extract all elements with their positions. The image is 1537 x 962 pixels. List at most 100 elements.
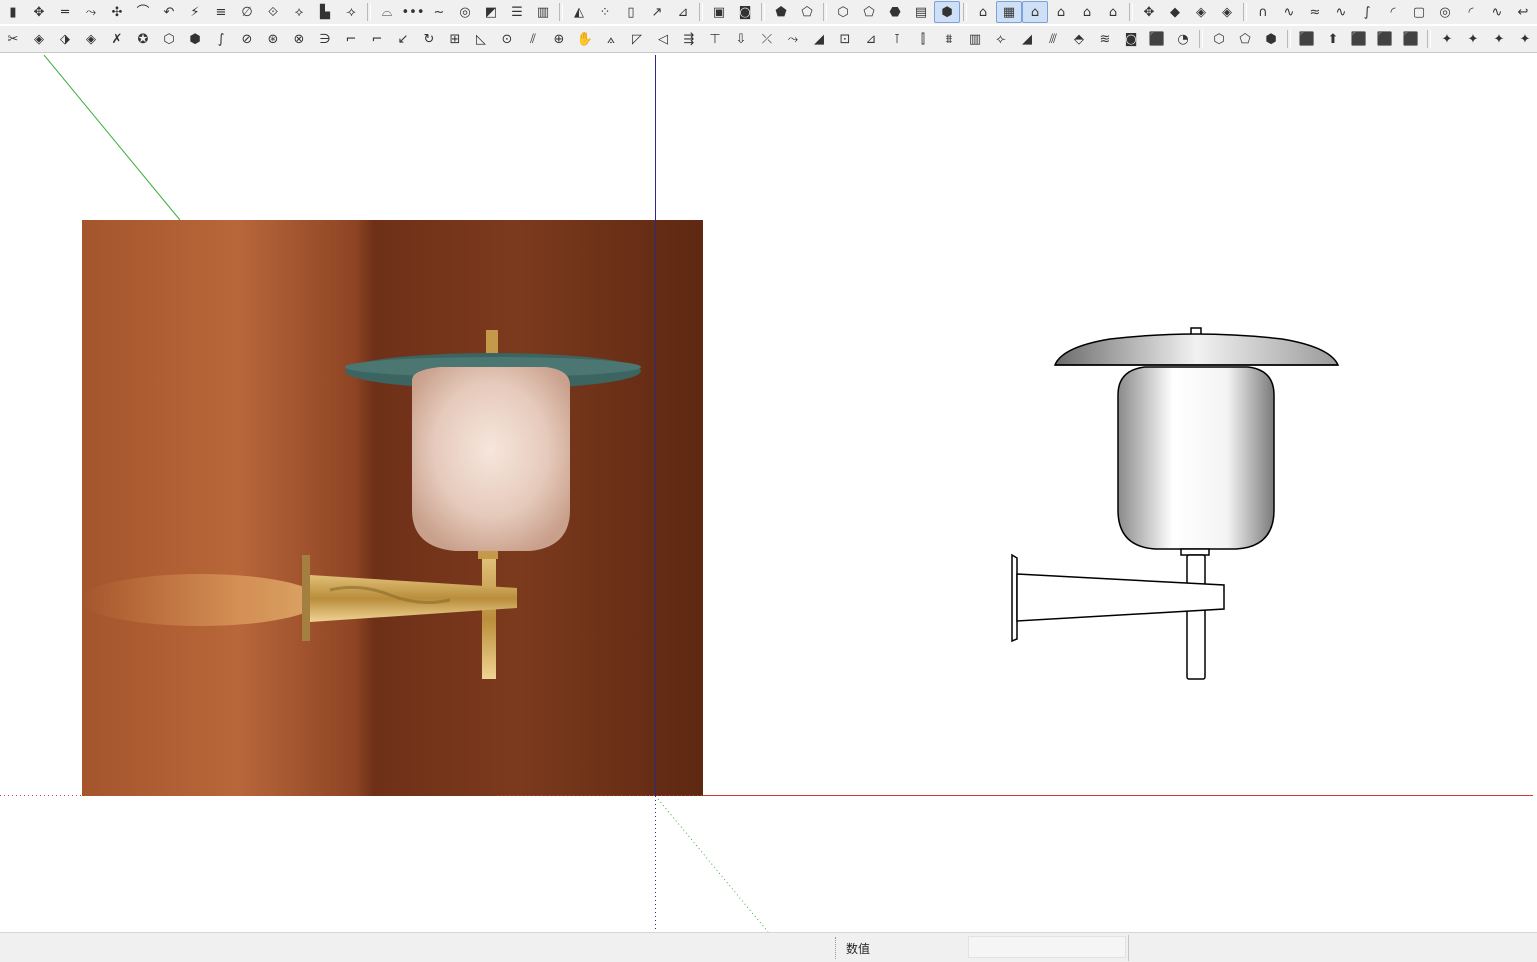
row2-tool-icon[interactable]: ⬗ xyxy=(52,28,78,50)
row1-tool-icon[interactable]: ⚡ xyxy=(182,1,208,23)
row1-tool-icon[interactable]: ≡ xyxy=(208,1,234,23)
row1-tool-icon[interactable]: ↩ xyxy=(1510,1,1536,23)
row2-tool-icon[interactable]: ⟑ xyxy=(598,28,624,50)
row2-tool-icon[interactable]: ⟣ xyxy=(988,28,1014,50)
row1-tool-icon[interactable]: ✣ xyxy=(104,1,130,23)
row2-tool-icon[interactable]: ◸ xyxy=(624,28,650,50)
row1-tool-icon[interactable]: ◈ xyxy=(1188,1,1214,23)
row1-tool-icon[interactable]: ∫ xyxy=(1354,1,1380,23)
row2-tool-icon[interactable]: ⬛ xyxy=(1346,28,1372,50)
row2-tool-icon[interactable]: ⤳ xyxy=(780,28,806,50)
row2-tool-icon[interactable]: ⬛ xyxy=(1372,28,1398,50)
row2-tool-icon[interactable]: ⊿ xyxy=(858,28,884,50)
measurement-input[interactable] xyxy=(968,936,1126,958)
row2-tool-icon[interactable]: ⬆ xyxy=(1320,28,1346,50)
row2-tool-icon[interactable]: ◢ xyxy=(1014,28,1040,50)
row2-tool-icon[interactable]: ⫻ xyxy=(1040,28,1066,50)
row2-tool-icon[interactable]: ◢ xyxy=(806,28,832,50)
row1-tool-icon[interactable]: ⬠ xyxy=(856,1,882,23)
row2-tool-icon[interactable]: ⬠ xyxy=(1232,28,1258,50)
row2-tool-icon[interactable]: ◙ xyxy=(1118,28,1144,50)
row1-tool-icon[interactable]: ⬠ xyxy=(794,1,820,23)
row1-tool-icon[interactable]: ∿ xyxy=(1484,1,1510,23)
row1-tool-icon[interactable]: ▢ xyxy=(1406,1,1432,23)
row2-tool-icon[interactable]: ✂ xyxy=(0,28,26,50)
row1-tool-icon[interactable]: ⌓ xyxy=(374,1,400,23)
row2-tool-icon[interactable]: ⊡ xyxy=(832,28,858,50)
row2-tool-icon[interactable]: ⫽ xyxy=(520,28,546,50)
row1-tool-icon[interactable]: ⬡ xyxy=(830,1,856,23)
row2-tool-icon[interactable]: ⊤ xyxy=(702,28,728,50)
row2-tool-icon[interactable]: ↙ xyxy=(390,28,416,50)
row1-tool-icon[interactable]: ⬣ xyxy=(882,1,908,23)
row1-tool-icon[interactable]: ⟡ xyxy=(286,1,312,23)
row1-tool-icon[interactable]: ◜ xyxy=(1458,1,1484,23)
row2-tool-icon[interactable]: ▥ xyxy=(962,28,988,50)
row2-tool-icon[interactable]: ∫ xyxy=(208,28,234,50)
row1-tool-icon[interactable]: ∅ xyxy=(234,1,260,23)
row2-tool-icon[interactable]: ◈ xyxy=(26,28,52,50)
row2-tool-icon[interactable]: ✋ xyxy=(572,28,598,50)
row2-tool-icon[interactable]: ⊺ xyxy=(884,28,910,50)
row2-tool-icon[interactable]: ⊞ xyxy=(442,28,468,50)
row2-tool-icon[interactable]: ◔ xyxy=(1170,28,1196,50)
row2-tool-icon[interactable]: ✦ xyxy=(1486,28,1512,50)
row2-tool-icon[interactable]: ⬢ xyxy=(182,28,208,50)
row1-tool-icon[interactable]: ◩ xyxy=(478,1,504,23)
drawing-viewport[interactable] xyxy=(0,55,1537,932)
row2-tool-icon[interactable]: ✪ xyxy=(130,28,156,50)
row2-tool-icon[interactable]: ✦ xyxy=(1434,28,1460,50)
row1-tool-icon[interactable]: ✥ xyxy=(1136,1,1162,23)
row2-tool-icon[interactable]: ⬛ xyxy=(1144,28,1170,50)
row2-tool-icon[interactable]: ⇶ xyxy=(676,28,702,50)
row1-tool-icon[interactable]: ⬟ xyxy=(768,1,794,23)
row2-tool-icon[interactable]: ⌐ xyxy=(338,28,364,50)
row1-tool-icon[interactable]: ▮ xyxy=(0,1,26,23)
wall-sconce-photo[interactable] xyxy=(80,220,703,796)
row1-tool-icon[interactable]: ▥ xyxy=(530,1,556,23)
row2-tool-icon[interactable]: ◁ xyxy=(650,28,676,50)
row1-tool-icon[interactable]: ⟐ xyxy=(260,1,286,23)
row1-tool-icon[interactable]: ☰ xyxy=(504,1,530,23)
row2-tool-icon[interactable]: ⬢ xyxy=(1258,28,1284,50)
row2-tool-icon[interactable]: ∋ xyxy=(312,28,338,50)
row1-tool-icon[interactable]: ∼ xyxy=(426,1,452,23)
row1-tool-icon[interactable]: ▙ xyxy=(312,1,338,23)
row1-tool-icon[interactable]: ⤳ xyxy=(78,1,104,23)
row1-tool-icon[interactable]: ••• xyxy=(400,1,426,23)
row1-tool-icon[interactable]: ⌒ xyxy=(130,1,156,23)
row1-tool-icon[interactable]: ∿ xyxy=(1328,1,1354,23)
row2-tool-icon[interactable]: ◈ xyxy=(78,28,104,50)
row2-tool-icon[interactable]: ⊘ xyxy=(234,28,260,50)
row1-tool-icon[interactable]: ↗ xyxy=(644,1,670,23)
row1-tool-icon[interactable]: ↶ xyxy=(156,1,182,23)
row2-tool-icon[interactable]: ⩩ xyxy=(936,28,962,50)
row2-tool-icon[interactable]: ⬡ xyxy=(1206,28,1232,50)
row2-tool-icon[interactable]: ✗ xyxy=(104,28,130,50)
row1-tool-icon[interactable]: ⌂ xyxy=(1022,1,1048,23)
row1-tool-icon[interactable]: ◎ xyxy=(1432,1,1458,23)
row1-tool-icon[interactable]: ◎ xyxy=(452,1,478,23)
row1-tool-icon[interactable]: ◭ xyxy=(566,1,592,23)
row2-tool-icon[interactable]: ⬛ xyxy=(1398,28,1424,50)
row1-tool-icon[interactable]: ⁘ xyxy=(592,1,618,23)
row1-tool-icon[interactable]: ⌂ xyxy=(1100,1,1126,23)
row2-tool-icon[interactable]: ⊛ xyxy=(260,28,286,50)
row2-tool-icon[interactable]: ◺ xyxy=(468,28,494,50)
row1-tool-icon[interactable]: ◜ xyxy=(1380,1,1406,23)
row1-tool-icon[interactable]: ✥ xyxy=(26,1,52,23)
row2-tool-icon[interactable]: ⊗ xyxy=(286,28,312,50)
row2-tool-icon[interactable]: ⊕ xyxy=(546,28,572,50)
row1-tool-icon[interactable]: ≈ xyxy=(1302,1,1328,23)
row1-tool-icon[interactable]: ⌂ xyxy=(1048,1,1074,23)
wall-sconce-model[interactable] xyxy=(1011,327,1340,680)
row1-tool-icon[interactable]: ⬢ xyxy=(934,1,960,23)
row2-tool-icon[interactable]: ⫿ xyxy=(910,28,936,50)
row2-tool-icon[interactable]: ⬘ xyxy=(1066,28,1092,50)
row2-tool-icon[interactable]: ↻ xyxy=(416,28,442,50)
row2-tool-icon[interactable]: ⌐ xyxy=(364,28,390,50)
row2-tool-icon[interactable]: ⊙ xyxy=(494,28,520,50)
viewport-canvas[interactable] xyxy=(0,55,1537,932)
row1-tool-icon[interactable]: ▤ xyxy=(908,1,934,23)
row1-tool-icon[interactable]: ▯ xyxy=(618,1,644,23)
